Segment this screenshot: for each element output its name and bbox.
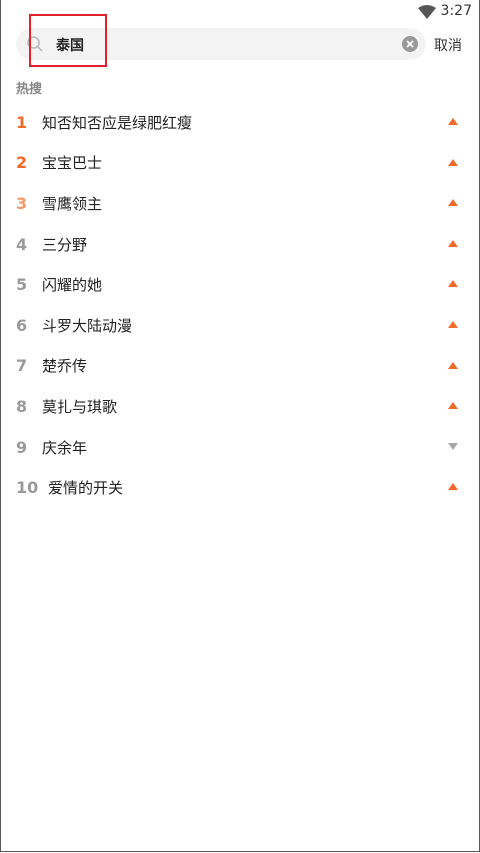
- clock: 3:27: [440, 3, 472, 19]
- rank-number: 4: [16, 234, 28, 254]
- cancel-button[interactable]: 取消: [434, 35, 462, 55]
- hot-search-item[interactable]: 2 宝宝巴士: [0, 143, 480, 184]
- item-title: 三分野: [42, 235, 88, 254]
- item-title: 知否知否应是绿肥红瘦: [42, 113, 193, 132]
- trend-down-icon: [448, 442, 458, 450]
- hot-search-item[interactable]: 8 莫扎与琪歌: [0, 386, 480, 427]
- hot-search-title: 热搜: [16, 82, 43, 97]
- trend-up-icon: [448, 483, 458, 491]
- hot-search-item[interactable]: 6 斗罗大陆动漫: [0, 305, 480, 346]
- hot-search-item[interactable]: 1 知否知否应是绿肥红瘦: [0, 102, 480, 143]
- highlight-box: [29, 14, 107, 67]
- item-title: 宝宝巴士: [42, 154, 103, 173]
- hot-search-item[interactable]: 4 三分野: [0, 224, 480, 265]
- hot-search-item[interactable]: 9 庆余年: [0, 427, 480, 468]
- item-title: 雪鹰领主: [42, 194, 103, 213]
- hot-search-item[interactable]: 5 闪耀的她: [0, 264, 480, 305]
- rank-number: 9: [16, 437, 28, 457]
- item-title: 爱情的开关: [48, 479, 124, 498]
- item-title: 莫扎与琪歌: [42, 397, 118, 416]
- hot-search-item[interactable]: 10 爱情的开关: [0, 467, 480, 508]
- rank-number: 2: [16, 153, 28, 173]
- trend-up-icon: [448, 118, 458, 125]
- clear-icon[interactable]: [402, 36, 418, 56]
- rank-number: 7: [16, 356, 28, 376]
- rank-number: 5: [16, 275, 28, 295]
- trend-up-icon: [448, 280, 458, 288]
- trend-up-icon: [448, 402, 458, 410]
- rank-number: 8: [16, 396, 28, 416]
- item-title: 斗罗大陆动漫: [42, 316, 133, 335]
- hot-search-item[interactable]: 7 楚乔传: [0, 346, 480, 387]
- rank-number: 3: [16, 193, 28, 213]
- hot-search-list: 1 知否知否应是绿肥红瘦 2 宝宝巴士 3 雪鹰领主 4 三分野 5 闪耀的她 …: [0, 102, 480, 508]
- item-title: 闪耀的她: [42, 276, 103, 295]
- trend-up-icon: [448, 199, 458, 207]
- item-title: 庆余年: [42, 438, 88, 457]
- trend-up-icon: [448, 320, 458, 328]
- rank-number: 10: [16, 478, 39, 498]
- trend-up-icon: [448, 158, 458, 166]
- hot-search-item[interactable]: 3 雪鹰领主: [0, 183, 480, 224]
- rank-number: 6: [16, 315, 28, 335]
- wifi-icon: [418, 4, 436, 23]
- trend-up-icon: [448, 239, 458, 247]
- rank-number: 1: [16, 112, 28, 132]
- trend-up-icon: [448, 361, 458, 369]
- item-title: 楚乔传: [42, 357, 88, 376]
